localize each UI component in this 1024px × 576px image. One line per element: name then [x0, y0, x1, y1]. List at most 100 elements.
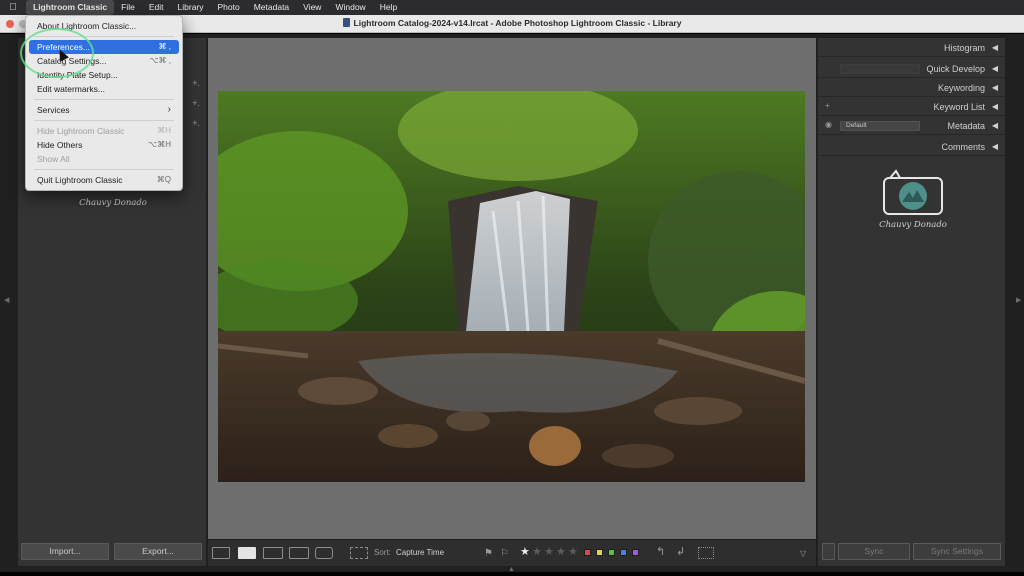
export-button[interactable]: Export...: [114, 543, 202, 560]
rating-star-icon[interactable]: ★: [532, 545, 542, 558]
menu-separator: [34, 36, 174, 37]
menu-item-about[interactable]: About Lightroom Classic...: [29, 19, 179, 33]
people-view-icon[interactable]: [315, 547, 333, 559]
sort-label: Sort:: [374, 548, 391, 557]
menu-help[interactable]: Help: [373, 0, 404, 15]
color-label-swatch[interactable]: [620, 549, 627, 556]
menu-item-label: Quit Lightroom Classic: [37, 175, 123, 185]
metadata-label: Metadata: [947, 121, 985, 131]
sort-direction-icon[interactable]: [350, 547, 368, 559]
menu-separator: [34, 99, 174, 100]
rotate-left-icon[interactable]: ↰: [656, 545, 665, 558]
add-keyword-icon[interactable]: +: [825, 101, 830, 110]
sort-dropdown[interactable]: Capture Time: [396, 548, 444, 557]
left-panel-toggle-icon[interactable]: ◀: [4, 296, 9, 304]
menu-item-quit[interactable]: Quit Lightroom Classic ⌘Q: [29, 173, 179, 187]
saved-preset-select[interactable]: [840, 64, 920, 74]
flag-pick-icon[interactable]: ⚑: [484, 548, 493, 559]
menu-item-identity-plate-setup[interactable]: Identity Plate Setup...: [29, 68, 179, 82]
histogram-header[interactable]: Histogram ◀: [818, 38, 1005, 57]
comments-header[interactable]: Comments ◀: [818, 137, 1005, 156]
collections-add-icon[interactable]: +.: [192, 118, 200, 128]
sync-button[interactable]: Sync: [838, 543, 910, 560]
collapse-arrow-icon: ◀: [991, 102, 998, 111]
menu-edit[interactable]: Edit: [142, 0, 171, 15]
menu-item-show-all[interactable]: Show All: [29, 152, 179, 166]
collapse-arrow-icon: ◀: [991, 121, 998, 130]
survey-view-icon[interactable]: [289, 547, 309, 559]
menu-item-label: Hide Lightroom Classic: [37, 126, 125, 136]
collapse-arrow-icon: ◀: [991, 43, 998, 52]
right-panel-toggle-icon[interactable]: ▶: [1016, 296, 1021, 304]
menu-item-preferences[interactable]: Preferences... ⌘ ,: [29, 40, 179, 54]
window-title-text: Lightroom Catalog-2024-v14.lrcat - Adobe…: [353, 18, 682, 28]
menu-photo[interactable]: Photo: [211, 0, 247, 15]
menu-item-label: Hide Others: [37, 140, 83, 150]
rotate-right-icon[interactable]: ↲: [676, 545, 685, 558]
rating-star-icon[interactable]: ★: [544, 545, 554, 558]
menu-item-label: Identity Plate Setup...: [37, 70, 118, 80]
apple-menu-icon[interactable]: : [0, 2, 26, 13]
identity-plate-signature: Chauvy Donado: [79, 198, 147, 208]
folders-add-icon[interactable]: +.: [192, 98, 200, 108]
flag-reject-icon[interactable]: ⚐: [500, 548, 509, 559]
menu-view[interactable]: View: [296, 0, 328, 15]
rating-star-icon[interactable]: ★: [556, 545, 566, 558]
compare-view-icon[interactable]: [263, 547, 283, 559]
import-button[interactable]: Import...: [21, 543, 109, 560]
menu-lightroom-classic[interactable]: Lightroom Classic: [26, 0, 115, 15]
menu-item-label: Services: [37, 105, 70, 115]
color-label-swatch[interactable]: [584, 549, 591, 556]
histogram-label: Histogram: [943, 43, 985, 53]
grid-view-icon[interactable]: [212, 547, 230, 559]
submenu-chevron-icon: ›: [167, 104, 171, 115]
loupe-view-icon[interactable]: [238, 547, 256, 559]
keywording-label: Keywording: [937, 83, 985, 93]
waterfall-photo[interactable]: [218, 91, 805, 482]
metadata-eye-icon[interactable]: ◉: [825, 120, 832, 129]
sync-toggle-icon[interactable]: [822, 543, 835, 560]
menu-file[interactable]: File: [114, 0, 142, 15]
quick-develop-header[interactable]: Quick Develop ◀: [818, 59, 1005, 78]
metadata-preset-select[interactable]: Default: [840, 121, 920, 131]
menu-item-shortcut: ⌥⌘ ,: [149, 56, 171, 65]
menu-library[interactable]: Library: [171, 0, 211, 15]
identity-plate-signature: Chauvy Donado: [879, 220, 947, 230]
lightroom-classic-menu: About Lightroom Classic... Preferences..…: [25, 15, 183, 191]
menu-item-hide-others[interactable]: Hide Others ⌥⌘H: [29, 138, 179, 152]
catalog-document-icon: [342, 18, 350, 27]
crop-frame-icon[interactable]: [698, 547, 714, 559]
quick-develop-label: Quick Develop: [926, 64, 985, 74]
menu-item-edit-watermarks[interactable]: Edit watermarks...: [29, 82, 179, 96]
menu-item-catalog-settings[interactable]: Catalog Settings... ⌥⌘ ,: [29, 54, 179, 68]
keyword-list-header[interactable]: + Keyword List ◀: [818, 97, 1005, 116]
rating-star-icon[interactable]: ★: [568, 545, 578, 558]
menu-item-label: Show All: [37, 154, 70, 164]
waterfall-photo-image: [218, 91, 805, 482]
loupe-view: [208, 38, 816, 566]
keyword-list-label: Keyword List: [933, 102, 985, 112]
keywording-header[interactable]: Keywording ◀: [818, 78, 1005, 97]
toolbar-options-icon[interactable]: ▽: [800, 549, 806, 558]
filmstrip-toggle-icon[interactable]: ▲: [508, 566, 515, 573]
menu-item-services[interactable]: Services ›: [29, 103, 179, 117]
menu-item-hide-lightroom[interactable]: Hide Lightroom Classic ⌘H: [29, 124, 179, 138]
menu-item-shortcut: ⌘ ,: [158, 42, 171, 51]
color-label-swatch[interactable]: [596, 549, 603, 556]
sync-settings-button[interactable]: Sync Settings: [913, 543, 1001, 560]
menu-item-label: About Lightroom Classic...: [37, 21, 137, 31]
menu-metadata[interactable]: Metadata: [247, 0, 296, 15]
color-label-swatch[interactable]: [632, 549, 639, 556]
comments-label: Comments: [941, 142, 985, 152]
color-label-swatch[interactable]: [608, 549, 615, 556]
metadata-header[interactable]: ◉ Default Metadata ◀: [818, 116, 1005, 135]
menu-window[interactable]: Window: [328, 0, 372, 15]
collapse-arrow-icon: ◀: [991, 83, 998, 92]
menu-item-label: Catalog Settings...: [37, 56, 107, 66]
menu-item-shortcut: ⌘H: [157, 126, 171, 135]
rating-star-icon[interactable]: ★: [520, 545, 530, 558]
collection-add-icon[interactable]: +.: [192, 78, 200, 88]
menu-item-label: Edit watermarks...: [37, 84, 106, 94]
menu-item-shortcut: ⌥⌘H: [148, 140, 171, 149]
right-panel: Histogram ◀ Quick Develop ◀ Keywording ◀…: [818, 38, 1005, 566]
